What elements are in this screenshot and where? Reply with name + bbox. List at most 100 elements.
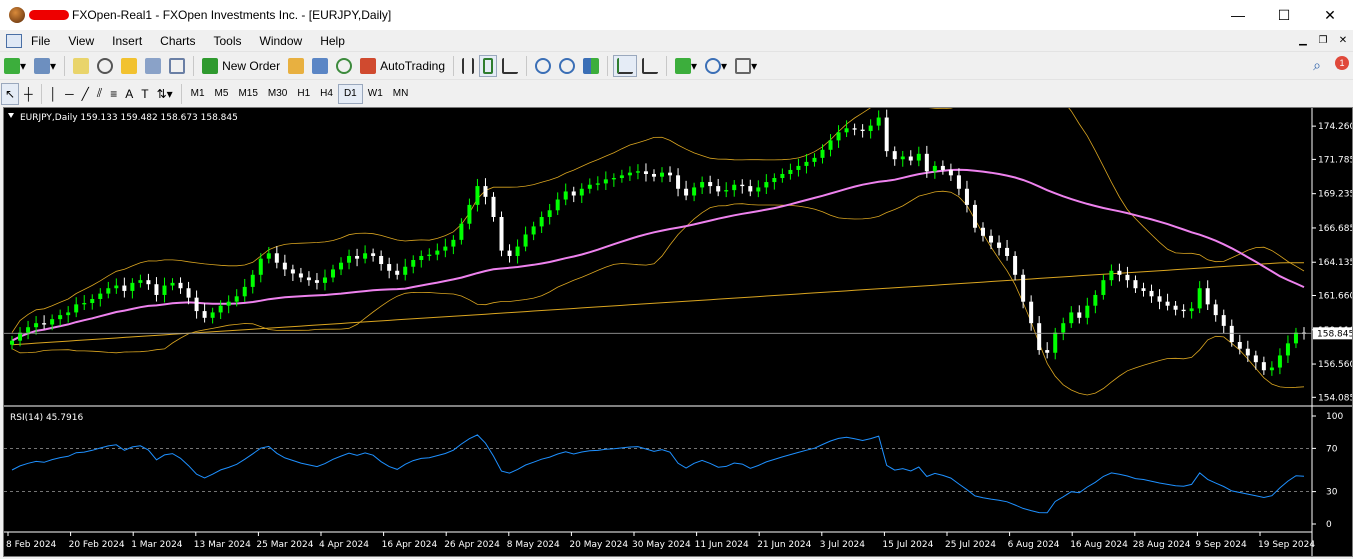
timeframe-w1[interactable]: W1 [363,84,388,104]
meta-editor-button[interactable] [285,55,307,77]
candle-body [355,255,360,259]
candle-body [146,280,151,285]
app-icon[interactable] [9,7,25,23]
market-watch-button[interactable] [70,55,92,77]
candle-body [459,223,464,240]
menu-bar: File View Insert Charts Tools Window Hel… [0,30,1353,51]
chart-shift-button[interactable] [639,55,661,77]
candle-body [523,234,528,247]
chart-window-icon[interactable] [6,33,22,48]
timeframe-m15[interactable]: M15 [233,84,262,104]
zoom-in-button[interactable] [532,55,554,77]
timeframe-h1[interactable]: H1 [292,84,315,104]
candle-body [411,260,416,267]
navigator-button[interactable] [118,55,140,77]
menu-tools[interactable]: Tools [205,34,251,48]
candle-body [932,165,937,172]
auto-scroll-button[interactable] [613,54,638,77]
equidistant-channel-button[interactable]: ⫽ [94,83,105,105]
trendline-button[interactable]: ╱ [79,83,92,105]
candle-body [948,169,953,176]
search-button[interactable]: ⌕ [1310,55,1324,77]
candle-body [876,117,881,126]
candle-body [1277,355,1282,368]
child-minimize-icon[interactable]: ▁ [1293,30,1313,51]
text-label-button[interactable]: T [138,83,151,105]
text-button[interactable]: A [122,83,136,105]
candle-body [989,235,994,243]
toolbar-separator [40,83,42,104]
candle-body [1093,294,1098,306]
candle-body [1293,332,1298,344]
candle-body [371,253,376,256]
timeframe-m5[interactable]: M5 [210,84,234,104]
crosshair-button[interactable]: ┼ [21,83,36,105]
candle-body [964,188,969,205]
timeframe-m1[interactable]: M1 [186,84,210,104]
rsi-label: RSI(14) 45.7916 [10,413,83,423]
toolbar-separator [453,55,455,76]
signal-broadcast-button[interactable] [333,55,355,77]
candle-body [467,204,472,224]
text-icon: A [125,86,134,101]
minimize-button[interactable]: — [1215,0,1261,30]
signals-button[interactable] [309,55,331,77]
timeframe-h4[interactable]: H4 [315,84,338,104]
price-chart[interactable]: 174.260 171.785 169.235 166.685 164.135 161.6… [4,108,1352,556]
close-button[interactable]: ✕ [1307,0,1353,30]
tile-windows-button[interactable] [580,55,602,77]
arrows-button[interactable]: ⇅▾ [154,83,176,105]
child-close-icon[interactable]: ✕ [1333,30,1353,51]
new-order-button[interactable]: New Order [199,55,283,77]
menu-help[interactable]: Help [311,34,354,48]
menu-charts[interactable]: Charts [151,34,204,48]
periods-button[interactable]: ▾ [702,55,730,77]
data-window-button[interactable] [94,55,116,77]
maximize-button[interactable]: ☐ [1261,0,1307,30]
menu-file[interactable]: File [22,34,59,48]
menu-insert[interactable]: Insert [103,34,151,48]
candle-body [387,264,392,271]
profiles-button[interactable]: ▾ [31,55,59,77]
menu-window[interactable]: Window [251,34,312,48]
candle-body [274,253,279,263]
candle-body [788,169,793,174]
timeframe-mn[interactable]: MN [388,84,414,104]
cursor-button[interactable]: ↖ [1,82,20,105]
line-chart-button[interactable] [499,55,521,77]
bollinger-upper-line [11,108,1305,333]
candlestick-button[interactable] [479,54,498,77]
candle-body [1253,355,1258,363]
vertical-line-button[interactable]: │ [47,83,61,105]
candle-body [756,187,761,192]
horizontal-line-button[interactable]: ─ [62,83,77,105]
templates-button[interactable]: ▾ [732,55,760,77]
bollinger-lower-line [11,190,1305,396]
candle-body [796,165,801,170]
bar-chart-button[interactable] [459,55,477,77]
auto-trading-button[interactable]: AutoTrading [357,55,448,77]
candle-body [1237,342,1242,349]
strategy-tester-button[interactable] [166,55,188,77]
menu-view[interactable]: View [59,34,103,48]
fibonacci-button[interactable]: ≡ [107,83,120,105]
candle-body [210,312,215,318]
candle-body [668,172,673,176]
timeframe-m30[interactable]: M30 [263,84,292,104]
toolbar-separator [193,55,195,76]
indicators-button[interactable]: ▾ [672,55,700,77]
new-chart-button[interactable]: ▾ [1,55,29,77]
candle-body [122,285,127,291]
child-window-controls: ▁ ❐ ✕ [1293,30,1353,51]
candle-body [1285,343,1290,356]
zoom-out-button[interactable] [556,55,578,77]
chart-window[interactable]: 174.260 171.785 169.235 166.685 164.135 161.6… [3,107,1353,557]
timeframe-d1[interactable]: D1 [337,83,363,104]
candle-body [892,151,897,160]
candle-body [379,255,384,265]
chart-header-triangle-icon [8,113,14,118]
terminal-button[interactable] [142,55,164,77]
candle-body [812,157,817,162]
candle-body [684,188,689,196]
child-restore-icon[interactable]: ❐ [1313,30,1333,51]
